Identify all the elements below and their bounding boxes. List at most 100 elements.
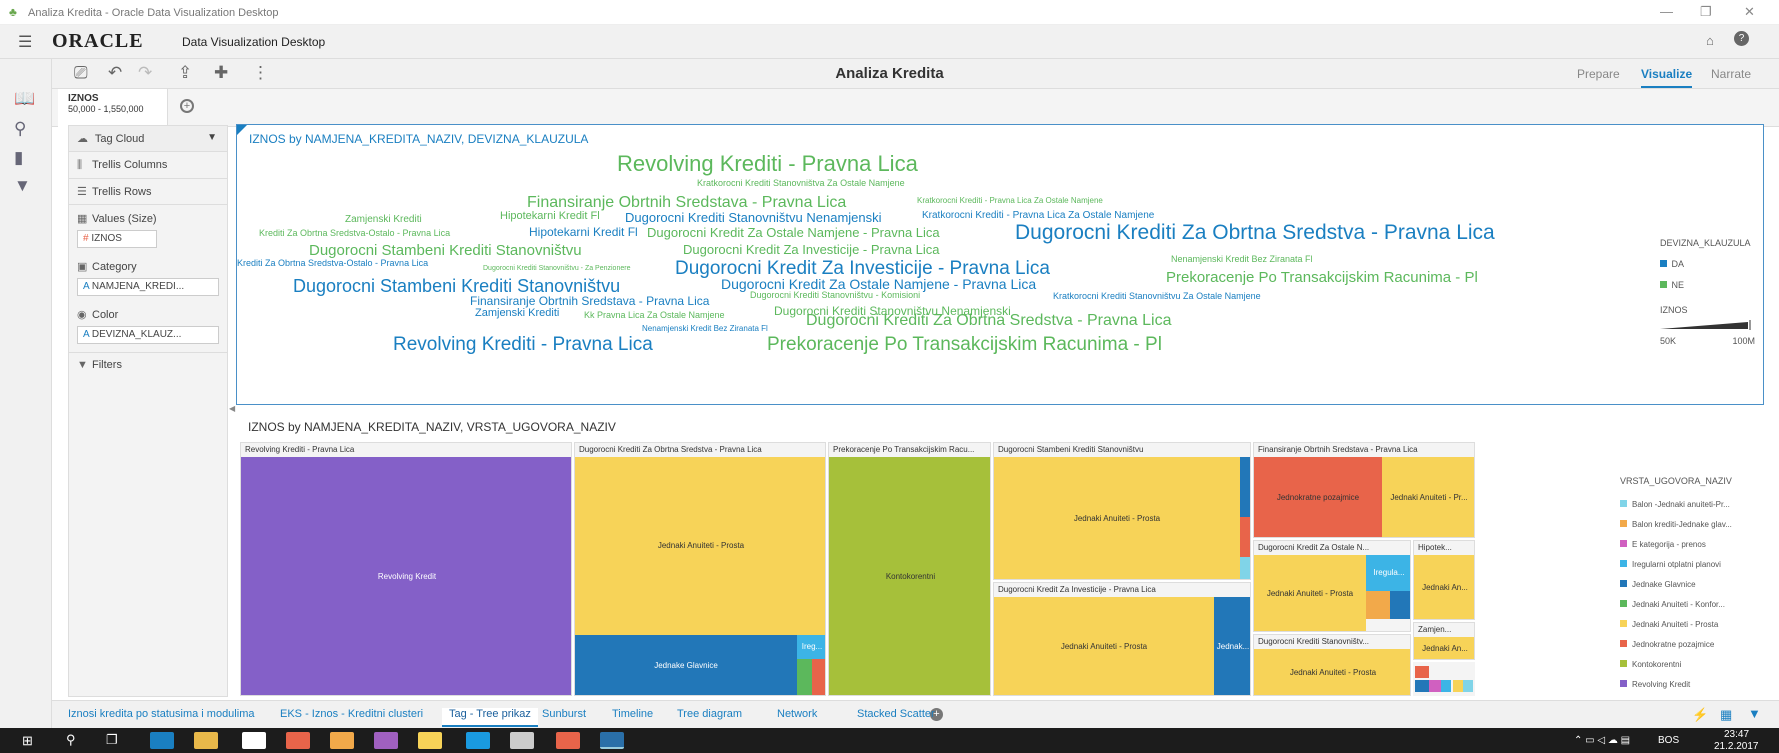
treemap-cell[interactable]: Jednaki Anuiteti - Prosta xyxy=(575,457,825,635)
tag-item[interactable]: Kratkorocni Krediti - Pravna Lica Za Ost… xyxy=(917,197,1103,205)
treemap-cell[interactable] xyxy=(1453,680,1463,692)
sheet-tab[interactable]: EKS - Iznos - Kreditni clusteri xyxy=(280,708,423,720)
treemap-cell[interactable] xyxy=(812,659,825,695)
filters-section[interactable]: ▼ Filters xyxy=(69,352,227,378)
add-filter-icon[interactable]: + xyxy=(180,99,194,113)
treemap-cell[interactable] xyxy=(1429,680,1441,692)
treemap-group[interactable]: Finansiranje Obrtnih Sredstava - Pravna … xyxy=(1253,442,1475,538)
mode-narrate[interactable]: Narrate xyxy=(1711,67,1751,81)
tag-item[interactable]: Dugorocni Kredit Za Ostale Namjene - Pra… xyxy=(647,226,940,239)
legend-item[interactable]: Iregularni otplatni planovi xyxy=(1620,554,1732,572)
data-elements-icon[interactable]: 📖 xyxy=(14,89,35,109)
treemap-cell[interactable]: Jednaki Anuiteti - Pr... xyxy=(1382,457,1474,537)
treemap-group[interactable]: Prekoracenje Po Transakcijskim Racu... Ko… xyxy=(828,442,991,696)
legend-item[interactable]: Kontokorentni xyxy=(1620,654,1732,672)
windows-start-icon[interactable]: ⊞ xyxy=(22,733,33,749)
sheet-tab[interactable]: Sunburst xyxy=(542,708,586,720)
legend-item[interactable]: DA xyxy=(1660,254,1755,272)
treemap-cell[interactable]: Jednaki An... xyxy=(1414,637,1474,659)
treemap-group[interactable]: Dugorocni Kredit Za Investicije - Pravna… xyxy=(993,582,1251,696)
tag-item[interactable]: Kratkorocni Krediti - Pravna Lica Za Ost… xyxy=(922,211,1154,221)
filter-icon[interactable]: ▼ xyxy=(14,176,31,196)
tag-item[interactable]: Prekoracenje Po Transakcijskim Racunima … xyxy=(767,335,1162,354)
tag-item[interactable]: Dugorocni Krediti Stanovništvu - Komisio… xyxy=(750,291,920,300)
trellis-columns-row[interactable]: ⫼ Trellis Columns xyxy=(69,153,227,179)
treemap-cell[interactable]: Ireg... xyxy=(797,635,825,659)
treemap-cell[interactable] xyxy=(1463,680,1473,692)
clock-time[interactable]: 23:47 xyxy=(1724,729,1749,740)
sheet-tab[interactable]: Network xyxy=(777,708,817,720)
treemap-cell[interactable]: Jednaki Anuiteti - Prosta xyxy=(1254,555,1366,631)
tag-item[interactable]: Zamjenski Krediti xyxy=(475,308,559,319)
tag-item[interactable]: Dugorocni Krediti Stanovništvu Nenamjens… xyxy=(625,211,882,224)
treemap-cell[interactable]: Jednokratne pozajmice xyxy=(1254,457,1382,537)
app-icon[interactable] xyxy=(510,732,534,749)
tag-item[interactable]: Nenamjenski Kredit Bez Ziranata Fl xyxy=(642,325,768,333)
tag-item[interactable]: Finansiranje Obrtnih Sredstava - Pravna … xyxy=(527,195,846,211)
treemap-group[interactable]: Hipotek... Jednaki An... xyxy=(1413,540,1475,620)
treemap-cell[interactable]: Jednaki An... xyxy=(1414,555,1474,619)
tag-item[interactable]: Finansiranje Obrtnih Sredstava - Pravna … xyxy=(470,295,709,307)
app-icon[interactable] xyxy=(418,732,442,749)
legend-item[interactable]: NE xyxy=(1660,275,1755,293)
treemap-group[interactable]: Revolving Krediti - Pravna Lica Revolving… xyxy=(240,442,572,696)
language-indicator[interactable]: BOS xyxy=(1658,735,1679,746)
treemap-cell[interactable] xyxy=(1415,680,1429,692)
legend-item[interactable]: Jednake Glavnice xyxy=(1620,574,1732,592)
tag-item[interactable]: Hipotekarni Kredit Fl xyxy=(529,226,638,238)
category-field[interactable]: A NAMJENA_KREDI... xyxy=(77,278,219,296)
tag-item[interactable]: Dugorocni Krediti Za Obrtna Sredstva - P… xyxy=(806,313,1172,329)
tag-item[interactable]: Krediti Za Obrtna Sredstva-Ostalo - Prav… xyxy=(259,229,450,238)
treemap-cell[interactable] xyxy=(1415,666,1429,678)
legend-item[interactable]: Jednaki Anuiteti - Prosta xyxy=(1620,614,1732,632)
sheet-tab[interactable]: Timeline xyxy=(612,708,653,720)
tag-item[interactable]: Dugorocni Stambeni Krediti Stanovništvu xyxy=(309,243,582,258)
sheet-tab[interactable]: Iznosi kredita po statusima i modulima xyxy=(68,708,254,720)
skype-icon[interactable] xyxy=(466,732,490,749)
tag-item[interactable]: Kratkorocni Krediti Stanovništva Za Osta… xyxy=(697,179,905,188)
minimize-button[interactable]: — xyxy=(1660,4,1673,19)
tag-cloud-viz[interactable]: IZNOS by NAMJENA_KREDITA_NAZIV, DEVIZNA_… xyxy=(236,124,1764,405)
help-icon[interactable]: ? xyxy=(1734,31,1749,46)
color-field[interactable]: A DEVIZNA_KLAUZ... xyxy=(77,326,219,344)
treemap-cell[interactable] xyxy=(1366,591,1390,619)
treemap-group[interactable]: Zamjen... Jednaki An... xyxy=(1413,622,1475,660)
treemap-cell[interactable] xyxy=(1390,591,1410,619)
task-view-icon[interactable]: ❐ xyxy=(106,732,118,748)
tag-item[interactable]: Hipotekarni Kredit Fl xyxy=(500,211,600,222)
tag-item[interactable]: Kratkorocni Krediti Stanovništvu Za Osta… xyxy=(1053,292,1261,301)
more-options-icon[interactable]: ⋮ xyxy=(252,63,269,83)
sheet-tab[interactable]: Stacked Scatter xyxy=(857,708,935,720)
export-icon[interactable]: ⇪ xyxy=(178,63,192,83)
clock-date[interactable]: 21.2.2017 xyxy=(1714,741,1759,752)
close-button[interactable]: ✕ xyxy=(1744,4,1755,20)
trellis-rows-row[interactable]: ☰ Trellis Rows xyxy=(69,179,227,205)
store-icon[interactable] xyxy=(242,732,266,749)
treemap-cell[interactable]: Jednaki Anuiteti - Prosta xyxy=(994,597,1214,695)
restore-button[interactable]: ❐ xyxy=(1700,4,1712,20)
tag-item[interactable]: Zamjenski Krediti xyxy=(345,215,422,225)
tray-icons[interactable]: ⌃ ▭ ◁ ☁ ▤ xyxy=(1574,735,1630,746)
treemap-cell[interactable]: Jednake Glavnice xyxy=(575,635,797,695)
treemap-cell[interactable]: Iregula... xyxy=(1366,555,1410,591)
treemap-group[interactable]: Dugorocni Kredit Za Ostale N... Jednaki A… xyxy=(1253,540,1411,632)
dv-desktop-icon[interactable] xyxy=(600,732,624,749)
legend-item[interactable]: Jednokratne pozajmice xyxy=(1620,634,1732,652)
presentation-icon[interactable]: ⎚ xyxy=(74,63,88,83)
values-field[interactable]: # IZNOS xyxy=(77,230,157,248)
file-explorer-icon[interactable] xyxy=(194,732,218,749)
chevron-down-icon[interactable]: ▼ xyxy=(207,132,217,143)
visualizations-icon[interactable]: ▮ xyxy=(14,148,23,168)
treemap-group[interactable]: Dugorocni Krediti Stanovništv... Jednaki … xyxy=(1253,634,1411,696)
collapse-panel-icon[interactable]: ◀ xyxy=(229,404,235,413)
undo-icon[interactable]: ↶ xyxy=(108,63,122,83)
media-icon[interactable] xyxy=(330,732,354,749)
treemap-cell[interactable]: Jednaki Anuiteti - Prosta xyxy=(1254,649,1410,695)
treemap-cell[interactable]: Jednaki Anuiteti - Prosta xyxy=(994,457,1240,579)
chrome-icon[interactable] xyxy=(286,732,310,749)
tag-item[interactable]: Dugorocni Krediti Stanovništvu - Za Penz… xyxy=(483,265,630,272)
tag-item[interactable]: Revolving Krediti - Pravna Lica xyxy=(393,335,653,354)
legend-item[interactable]: Balon -Jednaki anuiteti-Pr... xyxy=(1620,494,1732,512)
home-icon[interactable]: ⌂ xyxy=(1706,33,1714,48)
sheet-tab[interactable]: Tree diagram xyxy=(677,708,742,720)
